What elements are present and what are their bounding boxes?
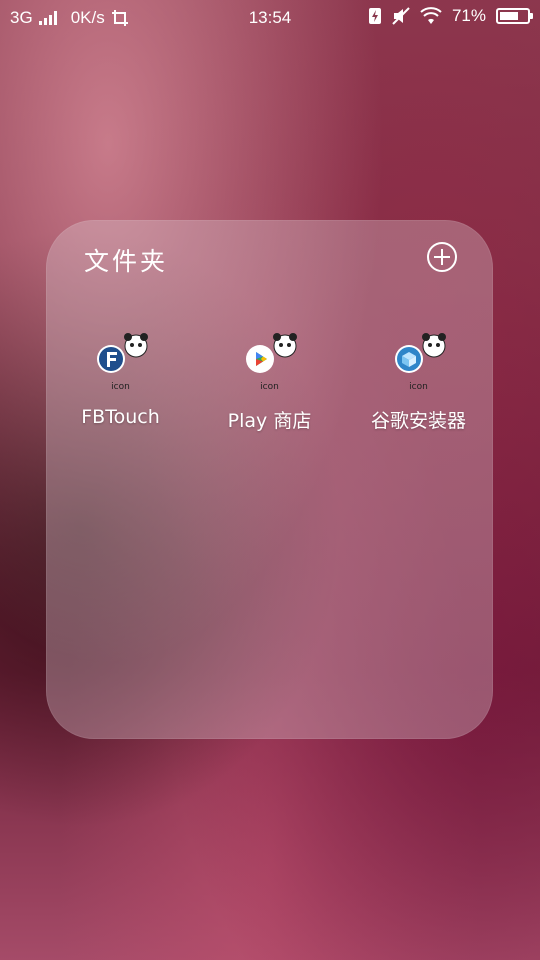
clock: 13:54 bbox=[248, 8, 292, 27]
folder-apps: icon FBTouch icon Play 商店 icon 谷歌安装器 bbox=[46, 330, 493, 433]
battery-icon bbox=[496, 8, 533, 24]
app-label: FBTouch bbox=[81, 406, 160, 428]
play-store-icon[interactable]: icon bbox=[239, 330, 301, 392]
status-right: 71% bbox=[368, 6, 533, 26]
app-label: 谷歌安装器 bbox=[370, 410, 466, 432]
app-google-installer[interactable]: icon 谷歌安装器 bbox=[354, 330, 484, 433]
charging-icon bbox=[368, 8, 381, 24]
app-folder: 文件夹 icon FBTouch icon Play 商店 icon 谷歌安装器 bbox=[46, 220, 493, 739]
battery-percent: 71% bbox=[451, 6, 486, 25]
icon-caption: icon bbox=[409, 382, 428, 392]
add-app-button[interactable] bbox=[427, 242, 457, 272]
wifi-icon bbox=[420, 7, 442, 24]
fbtouch-icon[interactable]: icon bbox=[90, 330, 152, 392]
icon-caption: icon bbox=[111, 382, 130, 392]
google-installer-icon[interactable]: icon bbox=[388, 330, 450, 392]
icon-caption: icon bbox=[260, 382, 279, 392]
app-label: Play 商店 bbox=[227, 410, 312, 432]
folder-title[interactable]: 文件夹 bbox=[84, 242, 168, 278]
status-bar: 3G 0K/s 13:54 71% bbox=[0, 0, 540, 36]
app-play-store[interactable]: icon Play 商店 bbox=[205, 330, 335, 433]
app-fbtouch[interactable]: icon FBTouch bbox=[56, 330, 186, 433]
mute-icon bbox=[392, 7, 410, 25]
